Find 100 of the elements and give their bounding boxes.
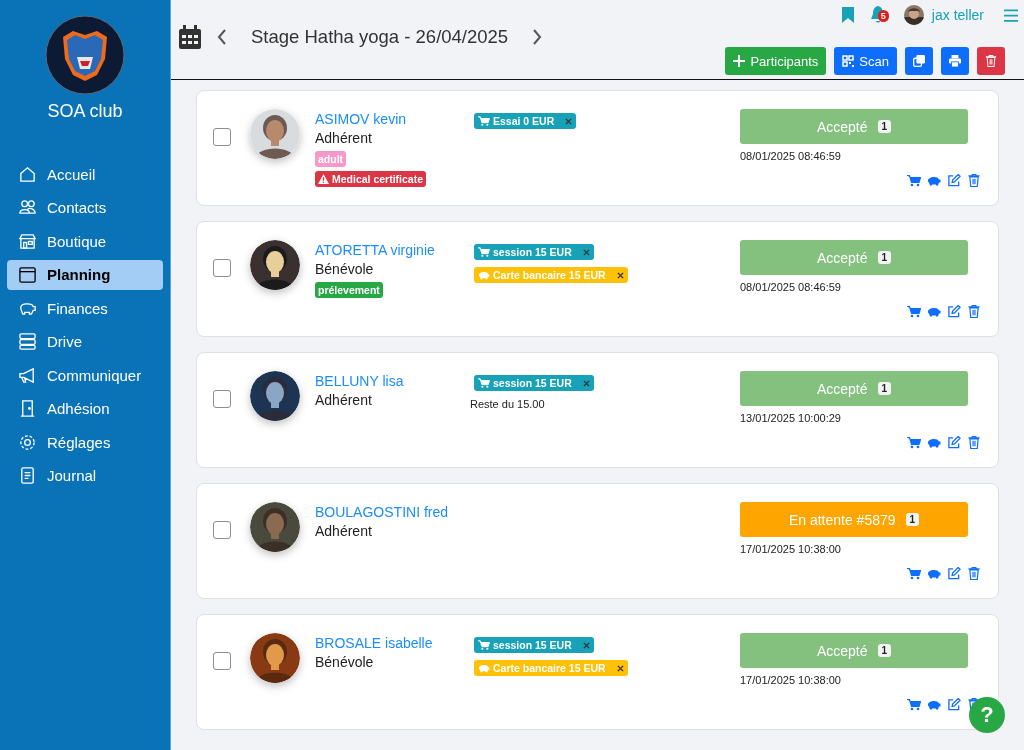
qr-code-icon — [842, 55, 855, 67]
next-icon[interactable] — [532, 29, 543, 45]
piggy-bank-icon[interactable] — [927, 698, 941, 711]
nav-item[interactable]: Drive — [7, 326, 163, 357]
checkbox[interactable] — [213, 652, 231, 670]
trash-icon[interactable] — [967, 174, 981, 187]
piggy-bank-icon[interactable] — [927, 305, 941, 318]
nav-item[interactable]: Contacts — [7, 192, 163, 223]
status-button[interactable]: Accepté 1 — [740, 371, 968, 406]
scan-button[interactable]: Scan — [834, 47, 897, 75]
cart-icon[interactable] — [907, 305, 921, 318]
status-button[interactable]: Accepté 1 — [740, 109, 968, 144]
piggy-bank-icon[interactable] — [927, 436, 941, 449]
print-button[interactable] — [941, 47, 969, 75]
nav-item[interactable]: Finances — [7, 293, 163, 324]
remove-icon[interactable] — [582, 248, 590, 256]
nav-item[interactable]: Communiquer — [7, 360, 163, 391]
edit-icon[interactable] — [947, 305, 961, 318]
gear-icon — [18, 432, 37, 452]
trash-icon[interactable] — [967, 305, 981, 318]
previous-icon[interactable] — [217, 29, 227, 45]
nav-item[interactable]: Adhésion — [7, 393, 163, 424]
registration-date: 08/01/2025 08:46:59 — [740, 281, 842, 293]
nav-item[interactable]: Accueil — [7, 159, 163, 190]
help-button[interactable]: ? — [969, 697, 1005, 733]
remove-icon[interactable] — [565, 117, 573, 125]
count-badge: 1 — [877, 251, 892, 264]
trash-icon[interactable] — [967, 436, 981, 449]
cart-icon[interactable] — [907, 174, 921, 187]
nav-item[interactable]: Planning — [7, 259, 163, 290]
participant-role: Adhérent — [315, 522, 372, 541]
nav-item[interactable]: Boutique — [7, 226, 163, 257]
registration-date: 13/01/2025 10:00:29 — [740, 412, 842, 424]
purchase-tag: Essai 0 EUR — [474, 113, 577, 129]
registration-date: 17/01/2025 10:38:00 — [740, 543, 842, 555]
megaphone-icon — [18, 365, 37, 385]
status-button[interactable]: En attente #5879 1 — [740, 502, 968, 537]
edit-icon[interactable] — [947, 436, 961, 449]
participant-name-link[interactable]: ASIMOV kevin — [315, 110, 407, 128]
nav-item[interactable]: Réglages — [7, 427, 163, 458]
bookmark-icon[interactable] — [841, 7, 854, 23]
participant-role: Adhérent — [315, 391, 372, 410]
participant-role: Bénévole — [315, 653, 374, 672]
participant-name-link[interactable]: ATORETTA virginie — [315, 241, 435, 259]
participant-role: Adhérent — [315, 129, 372, 148]
count-badge: 1 — [877, 120, 892, 133]
copy-button[interactable] — [905, 47, 933, 75]
count-badge: 1 — [877, 382, 892, 395]
remove-icon[interactable] — [582, 641, 590, 649]
purchase-tag: session 15 EUR — [474, 637, 594, 653]
document-icon — [18, 466, 37, 486]
shop-icon — [18, 231, 37, 251]
count-badge: 1 — [905, 513, 920, 526]
tag: Medical certificate — [315, 171, 427, 187]
copy-icon — [913, 55, 925, 67]
home-icon — [18, 164, 37, 184]
club-name: SOA club — [47, 101, 123, 122]
delete-button[interactable] — [977, 47, 1005, 75]
cart-icon[interactable] — [907, 436, 921, 449]
edit-icon[interactable] — [947, 698, 961, 711]
menu-icon[interactable] — [1004, 8, 1018, 22]
participant-name-link[interactable]: BOULAGOSTINI fred — [315, 503, 449, 521]
edit-icon[interactable] — [947, 567, 961, 580]
remove-icon[interactable] — [582, 379, 590, 387]
remove-icon[interactable] — [616, 271, 624, 279]
door-icon — [18, 399, 37, 419]
calendar-icon[interactable] — [179, 25, 201, 49]
status-button[interactable]: Accepté 1 — [740, 633, 968, 668]
participant-name-link[interactable]: BROSALE isabelle — [315, 634, 433, 652]
nav-item[interactable]: Journal — [7, 460, 163, 491]
purchase-tag: Carte bancaire 15 EUR — [474, 267, 628, 283]
participants-button[interactable]: Participants — [725, 47, 827, 75]
participant-name-link[interactable]: BELLUNY lisa — [315, 372, 404, 390]
tag: adult — [315, 151, 347, 167]
balance-note: Reste du 15.00 — [470, 398, 545, 410]
participant-role: Bénévole — [315, 260, 374, 279]
trash-icon — [985, 55, 997, 67]
purchase-tag: Carte bancaire 15 EUR — [474, 660, 628, 676]
calendar-icon — [18, 265, 37, 285]
cart-icon — [478, 247, 490, 257]
piggy-bank-icon[interactable] — [927, 174, 941, 187]
trash-icon[interactable] — [967, 567, 981, 580]
user-name-link[interactable]: jax teller — [931, 7, 984, 23]
checkbox[interactable] — [213, 259, 231, 277]
cart-icon — [478, 116, 490, 126]
checkbox[interactable] — [213, 128, 231, 146]
cart-icon[interactable] — [907, 698, 921, 711]
remove-icon[interactable] — [616, 664, 624, 672]
checkbox[interactable] — [213, 521, 231, 539]
count-badge: 1 — [877, 644, 892, 657]
cart-icon[interactable] — [907, 567, 921, 580]
edit-icon[interactable] — [947, 174, 961, 187]
registration-date: 08/01/2025 08:46:59 — [740, 150, 842, 162]
notification-badge: 5 — [877, 10, 889, 22]
piggy-bank-icon — [478, 270, 490, 280]
piggy-bank-icon[interactable] — [927, 567, 941, 580]
tag: prélevement — [315, 282, 383, 298]
checkbox[interactable] — [213, 390, 231, 408]
registration-date: 17/01/2025 10:38:00 — [740, 674, 842, 686]
status-button[interactable]: Accepté 1 — [740, 240, 968, 275]
